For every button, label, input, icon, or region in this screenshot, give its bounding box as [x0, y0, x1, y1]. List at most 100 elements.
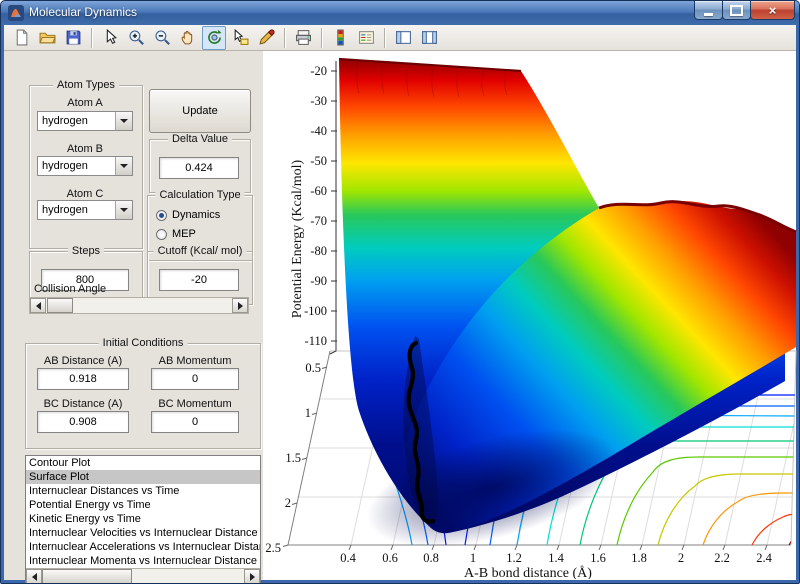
- scroll-right-arrow[interactable]: [244, 569, 260, 584]
- energy-axis: -20 -30 -40 -50 -60 -70 -80 -90 -100 -11…: [290, 61, 337, 354]
- calculation-type-title: Calculation Type: [155, 189, 244, 202]
- pan-hand-icon[interactable]: [176, 26, 200, 50]
- svg-text:1: 1: [305, 406, 311, 420]
- svg-text:2: 2: [678, 551, 684, 565]
- radio-mep[interactable]: [156, 229, 167, 240]
- cutoff-title: Cutoff (Kcal/ mol): [154, 245, 247, 258]
- y-axis-label: Potential Energy (Kcal/mol): [290, 159, 305, 318]
- bc-distance-field[interactable]: 0.908: [37, 411, 129, 433]
- save-icon[interactable]: [61, 26, 85, 50]
- insert-legend-icon[interactable]: [354, 26, 378, 50]
- svg-text:2.5: 2.5: [265, 541, 281, 555]
- close-button[interactable]: ×: [750, 1, 795, 20]
- atom-c-select[interactable]: hydrogen: [37, 200, 133, 220]
- atom-b-select[interactable]: hydrogen: [37, 156, 133, 176]
- window-title: Molecular Dynamics: [29, 1, 137, 24]
- svg-text:2.4: 2.4: [756, 551, 772, 565]
- brush-icon[interactable]: [254, 26, 278, 50]
- atom-b-label: Atom B: [34, 143, 136, 155]
- initial-conditions-title: Initial Conditions: [99, 337, 188, 350]
- list-item[interactable]: Kinetic Energy vs Time: [26, 512, 260, 526]
- ab-momentum-field[interactable]: 0: [151, 368, 239, 390]
- svg-text:0.5: 0.5: [305, 361, 321, 375]
- svg-text:-80: -80: [310, 244, 327, 258]
- maximize-icon: [730, 5, 743, 16]
- slider-left-arrow[interactable]: [30, 298, 46, 313]
- ab-distance-label: AB Distance (A): [37, 355, 129, 367]
- svg-text:-110: -110: [305, 334, 327, 348]
- bc-momentum-field[interactable]: 0: [151, 411, 239, 433]
- listbox-hscrollbar[interactable]: [26, 568, 260, 584]
- x-axis: 0.4 0.6 0.8 1 1.2 1.4 1.6 1.8 2 2.2 2.4 …: [340, 545, 772, 579]
- data-cursor-icon[interactable]: [228, 26, 252, 50]
- list-item[interactable]: Internuclear Distances vs Time: [26, 484, 260, 498]
- rotate-3d-icon[interactable]: [202, 26, 226, 50]
- radio-dynamics-label: Dynamics: [172, 209, 220, 221]
- svg-text:1.4: 1.4: [548, 551, 564, 565]
- svg-text:-50: -50: [310, 154, 327, 168]
- list-item[interactable]: Potential Energy vs Time: [26, 498, 260, 512]
- svg-text:-30: -30: [310, 94, 327, 108]
- close-icon: ×: [769, 3, 777, 18]
- radio-mep-label: MEP: [172, 228, 196, 240]
- ab-momentum-label: AB Momentum: [147, 355, 243, 367]
- insert-colorbar-icon[interactable]: [328, 26, 352, 50]
- atom-a-value: hydrogen: [38, 112, 115, 130]
- delta-value-field[interactable]: 0.424: [159, 157, 239, 179]
- maximize-button[interactable]: [722, 1, 751, 20]
- plot-type-listbox[interactable]: Contour Plot Surface Plot Internuclear D…: [25, 455, 261, 584]
- collision-angle-label: Collision Angle: [34, 283, 106, 295]
- slider-thumb[interactable]: [47, 298, 73, 313]
- ab-distance-field[interactable]: 0.918: [37, 368, 129, 390]
- svg-text:-100: -100: [304, 304, 327, 318]
- steps-title: Steps: [68, 245, 104, 258]
- cutoff-field[interactable]: -20: [159, 269, 239, 291]
- minimize-icon: [704, 13, 713, 16]
- svg-text:0.6: 0.6: [382, 551, 398, 565]
- zoom-out-icon[interactable]: [150, 26, 174, 50]
- minimize-button[interactable]: [694, 1, 723, 20]
- svg-text:-20: -20: [310, 64, 327, 78]
- zoom-in-icon[interactable]: [124, 26, 148, 50]
- svg-text:1: 1: [470, 551, 476, 565]
- list-item[interactable]: Internuclear Momenta vs Internuclear Dis…: [26, 554, 260, 568]
- radio-dynamics[interactable]: [156, 210, 167, 221]
- scroll-thumb[interactable]: [42, 569, 132, 584]
- atom-types-title: Atom Types: [53, 79, 119, 92]
- toolbar-separator: [91, 28, 92, 48]
- atom-b-value: hydrogen: [38, 157, 115, 175]
- list-item[interactable]: Contour Plot: [26, 456, 260, 470]
- list-item[interactable]: Internuclear Velocities vs Internuclear …: [26, 526, 260, 540]
- update-button[interactable]: Update: [149, 89, 251, 133]
- svg-text:-70: -70: [310, 214, 327, 228]
- toolbar-separator: [321, 28, 322, 48]
- open-folder-icon[interactable]: [35, 26, 59, 50]
- svg-text:0.4: 0.4: [340, 551, 356, 565]
- new-file-icon[interactable]: [9, 26, 33, 50]
- atom-c-label: Atom C: [34, 188, 136, 200]
- bc-distance-label: BC Distance (A): [37, 398, 129, 410]
- control-panel: Atom Types Atom A hydrogen Atom B hydrog…: [4, 51, 263, 580]
- chevron-down-icon: [115, 201, 132, 219]
- bc-momentum-label: BC Momentum: [147, 398, 243, 410]
- figure-client-area: Atom Types Atom A hydrogen Atom B hydrog…: [4, 25, 796, 580]
- list-item[interactable]: Internuclear Accelerations vs Internucle…: [26, 540, 260, 554]
- app-window: Molecular Dynamics ×: [0, 0, 800, 584]
- surface-plot-axes[interactable]: -20 -30 -40 -50 -60 -70 -80 -90 -100 -11…: [263, 51, 798, 579]
- slider-right-arrow[interactable]: [232, 298, 248, 313]
- update-button-label: Update: [182, 105, 217, 117]
- app-icon: [8, 5, 24, 21]
- svg-text:1.8: 1.8: [631, 551, 647, 565]
- scroll-left-arrow[interactable]: [26, 569, 42, 584]
- hide-plot-tools-icon[interactable]: [391, 26, 415, 50]
- svg-text:2.2: 2.2: [714, 551, 730, 565]
- print-icon[interactable]: [291, 26, 315, 50]
- show-plot-tools-icon[interactable]: [417, 26, 441, 50]
- list-item-selected[interactable]: Surface Plot: [26, 470, 260, 484]
- svg-text:1.6: 1.6: [590, 551, 606, 565]
- collision-angle-slider[interactable]: [29, 297, 249, 314]
- atom-a-select[interactable]: hydrogen: [37, 111, 133, 131]
- chevron-down-icon: [115, 112, 132, 130]
- pointer-icon[interactable]: [98, 26, 122, 50]
- x-axis-label: A-B bond distance (Å): [464, 565, 592, 579]
